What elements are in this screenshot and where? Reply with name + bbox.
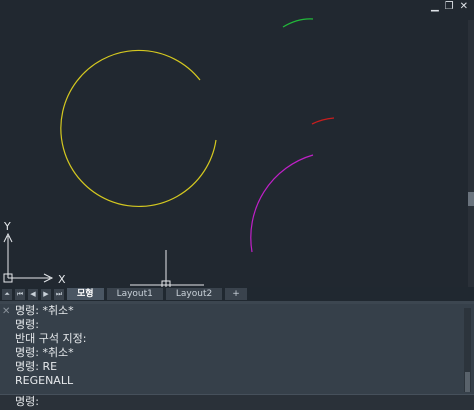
tab-nav-next-icon[interactable]: ▶ xyxy=(41,288,51,300)
command-line-panel: ✕ 명령: *취소* 명령: 반대 구석 지정: 명령: *취소* 명령: RE… xyxy=(0,304,474,410)
drawing-canvas[interactable]: Y X ▁ ❐ ✕ xyxy=(0,0,474,287)
window-controls: ▁ ❐ ✕ xyxy=(431,2,468,12)
command-prompt: 명령: xyxy=(15,395,39,408)
tab-nav-last-icon[interactable]: ⏭ xyxy=(54,288,64,300)
close-icon[interactable]: ✕ xyxy=(460,2,468,12)
layout-tab-bar: ⏶ ⏮ ◀ ▶ ⏭ 모형 Layout1 Layout2 + xyxy=(0,287,474,301)
yellow-arc[interactable] xyxy=(60,49,217,208)
scrollbar-thumb[interactable] xyxy=(465,372,470,392)
ucs-x-label: X xyxy=(58,273,66,286)
red-arc[interactable] xyxy=(311,117,335,125)
tab-nav-prev-icon[interactable]: ◀ xyxy=(28,288,38,300)
ucs-icon xyxy=(3,232,54,283)
vertical-scrollbar[interactable] xyxy=(468,20,474,287)
ucs-y-label: Y xyxy=(3,220,11,233)
command-scrollbar[interactable] xyxy=(464,308,471,392)
model-space: Y X xyxy=(3,18,335,287)
command-history: 명령: *취소* 명령: 반대 구석 지정: 명령: *취소* 명령: RE R… xyxy=(15,304,455,388)
restore-icon[interactable]: ❐ xyxy=(445,2,454,12)
close-icon[interactable]: ✕ xyxy=(2,306,10,317)
minimize-icon[interactable]: ▁ xyxy=(431,2,439,12)
scrollbar-thumb[interactable] xyxy=(468,192,474,206)
command-input[interactable]: 명령: xyxy=(0,394,474,410)
tab-layout1[interactable]: Layout1 xyxy=(106,288,163,300)
add-layout-button[interactable]: + xyxy=(225,288,247,300)
tab-nav-first-icon[interactable]: ⏮ xyxy=(15,288,25,300)
crosshair-cursor xyxy=(130,250,204,287)
tab-model[interactable]: 모형 xyxy=(67,288,104,300)
magenta-arc[interactable] xyxy=(250,154,314,253)
history-line: 반대 구석 지정: xyxy=(15,332,87,345)
green-arc[interactable] xyxy=(282,18,314,28)
history-line: 명령: xyxy=(15,318,39,331)
history-line: 명령: *취소* xyxy=(15,304,74,317)
history-line: REGENALL xyxy=(15,374,74,387)
tab-layout2[interactable]: Layout2 xyxy=(165,288,223,300)
tab-nav-up-icon[interactable]: ⏶ xyxy=(2,288,12,300)
history-line: 명령: RE xyxy=(15,360,58,373)
history-line: 명령: *취소* xyxy=(15,346,74,359)
